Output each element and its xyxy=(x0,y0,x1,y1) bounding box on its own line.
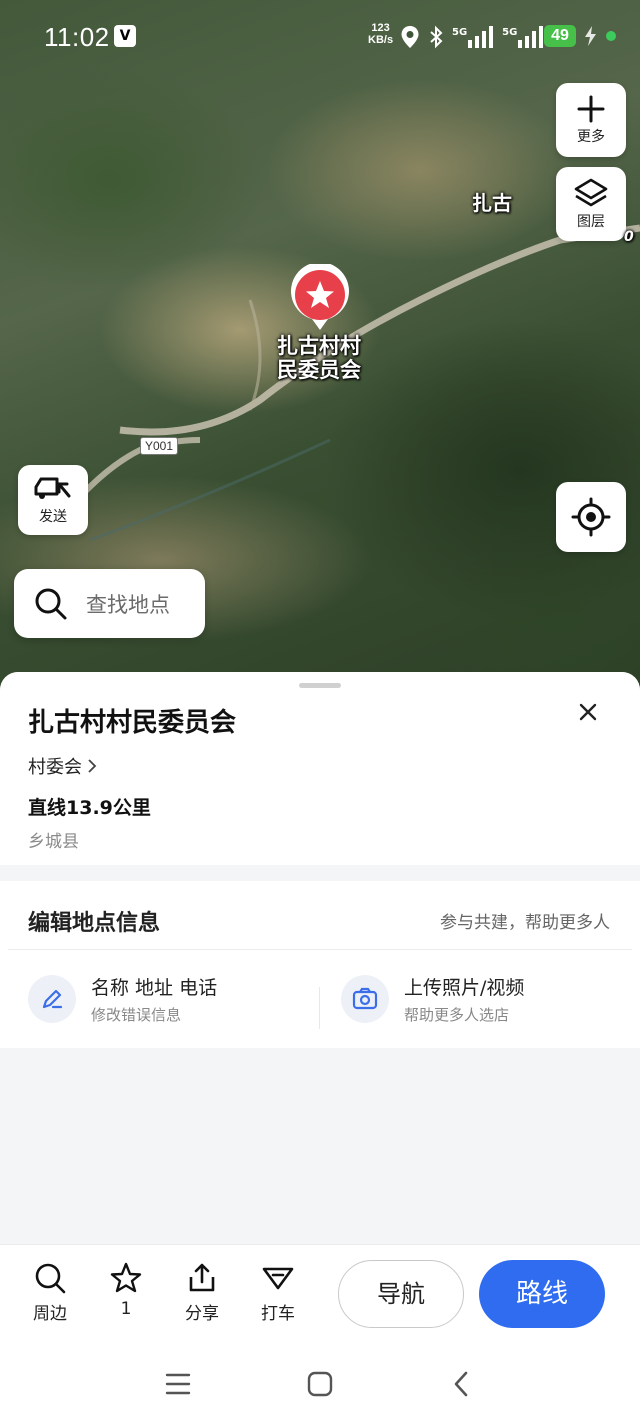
send-to-car-button[interactable]: 发送 xyxy=(18,465,88,535)
vpn-icon: V xyxy=(114,25,136,47)
back-chevron-icon xyxy=(454,1371,468,1397)
upload-photo-video[interactable]: 上传照片/视频 帮助更多人选店 xyxy=(341,971,524,1027)
poi-pin-icon[interactable] xyxy=(289,264,351,332)
place-label-suffix: 0 xyxy=(624,229,634,245)
edit-icon-circle xyxy=(28,975,76,1023)
camera-icon-circle xyxy=(341,975,389,1023)
edit-item-subtitle: 修改错误信息 xyxy=(91,1006,182,1024)
nearby-button[interactable]: 周边 xyxy=(20,1261,80,1324)
signal-icon-1: 5G xyxy=(452,26,494,48)
status-bar: 11:02 V 123 KB/s 5G 5G 49 xyxy=(0,0,640,72)
taxi-button[interactable]: 打车 xyxy=(248,1261,308,1324)
network-speed-value: 123 xyxy=(371,22,390,34)
layers-label: 图层 xyxy=(577,214,605,230)
more-button[interactable]: 更多 xyxy=(556,83,626,157)
battery-icon: 49 xyxy=(544,25,576,47)
upload-item-title: 上传照片/视频 xyxy=(404,977,525,999)
status-icons: 5G 5G xyxy=(400,24,544,50)
poi-map-label: 扎古村村民委员会 xyxy=(277,334,361,382)
menu-icon xyxy=(165,1373,191,1395)
search-icon xyxy=(35,1263,66,1294)
upload-item-subtitle: 帮助更多人选店 xyxy=(404,1006,510,1024)
map-view[interactable]: 11:02 V 123 KB/s 5G 5G 49 更多 图层 扎古 0 扎古村… xyxy=(0,0,640,700)
signal-icon-2: 5G xyxy=(502,26,544,48)
send-label: 发送 xyxy=(39,509,67,525)
charging-icon xyxy=(585,26,596,46)
more-label: 更多 xyxy=(577,129,605,145)
system-navigation-bar xyxy=(0,1344,640,1424)
layers-button[interactable]: 图层 xyxy=(556,167,626,241)
route-button[interactable]: 路线 xyxy=(479,1260,605,1328)
edit-info-card: 编辑地点信息 参与共建，帮助更多人 名称 地址 电话 修改错误信息 上传照片/视… xyxy=(0,881,640,1048)
navigate-button[interactable]: 导航 xyxy=(338,1260,464,1328)
share-icon xyxy=(189,1263,215,1292)
poi-category: 村委会 xyxy=(28,757,82,778)
bluetooth-icon xyxy=(430,25,443,49)
poi-summary-card: 扎古村村民委员会 村委会 直线13.9公里 乡城县 xyxy=(0,672,640,865)
share-label: 分享 xyxy=(185,1304,219,1324)
network-type-2: 5G xyxy=(502,27,518,38)
share-button[interactable]: 分享 xyxy=(172,1261,232,1324)
poi-title: 扎古村村民委员会 xyxy=(28,708,237,738)
home-square-icon xyxy=(307,1371,333,1397)
taxi-label: 打车 xyxy=(261,1304,295,1324)
drag-handle[interactable] xyxy=(299,683,341,688)
place-label: 扎古 xyxy=(472,191,512,215)
home-nav-button[interactable] xyxy=(302,1366,338,1402)
bottom-action-bar: 周边 1 分享 打车 导航 路线 xyxy=(0,1244,640,1344)
chevron-right-icon xyxy=(88,759,97,773)
poi-category-link[interactable]: 村委会 xyxy=(28,753,98,779)
taxi-icon xyxy=(262,1267,294,1290)
star-icon xyxy=(110,1262,142,1293)
nearby-label: 周边 xyxy=(33,1304,67,1324)
close-icon[interactable] xyxy=(574,698,602,726)
road-badge: Y001 xyxy=(140,437,179,455)
network-speed: 123 KB/s xyxy=(368,22,393,46)
layers-icon xyxy=(574,178,608,207)
divider xyxy=(8,949,632,950)
favorite-button[interactable]: 1 xyxy=(96,1261,156,1319)
search-box[interactable]: 查找地点 xyxy=(14,569,205,638)
menu-nav-button[interactable] xyxy=(160,1366,196,1402)
crosshair-icon xyxy=(571,497,611,537)
network-speed-unit: KB/s xyxy=(368,34,394,46)
edit-section-subtitle: 参与共建，帮助更多人 xyxy=(440,913,610,933)
send-to-car-icon xyxy=(34,477,71,499)
edit-item-title: 名称 地址 电话 xyxy=(91,977,218,999)
back-nav-button[interactable] xyxy=(443,1366,479,1402)
search-placeholder: 查找地点 xyxy=(86,592,170,617)
pencil-icon xyxy=(42,989,63,1009)
poi-region: 乡城县 xyxy=(28,832,79,852)
location-icon xyxy=(401,26,419,48)
privacy-indicator-dot xyxy=(606,31,616,41)
favorite-count: 1 xyxy=(120,1299,132,1319)
search-icon xyxy=(35,588,67,619)
locate-me-button[interactable] xyxy=(556,482,626,552)
poi-distance: 直线13.9公里 xyxy=(28,797,151,819)
plus-icon xyxy=(577,95,605,123)
camera-icon xyxy=(352,987,378,1010)
edit-name-address-phone[interactable]: 名称 地址 电话 修改错误信息 xyxy=(28,971,217,1027)
vertical-divider xyxy=(319,987,320,1029)
edit-section-title: 编辑地点信息 xyxy=(28,911,161,936)
status-time: 11:02 xyxy=(44,22,110,52)
network-type-1: 5G xyxy=(452,27,468,38)
